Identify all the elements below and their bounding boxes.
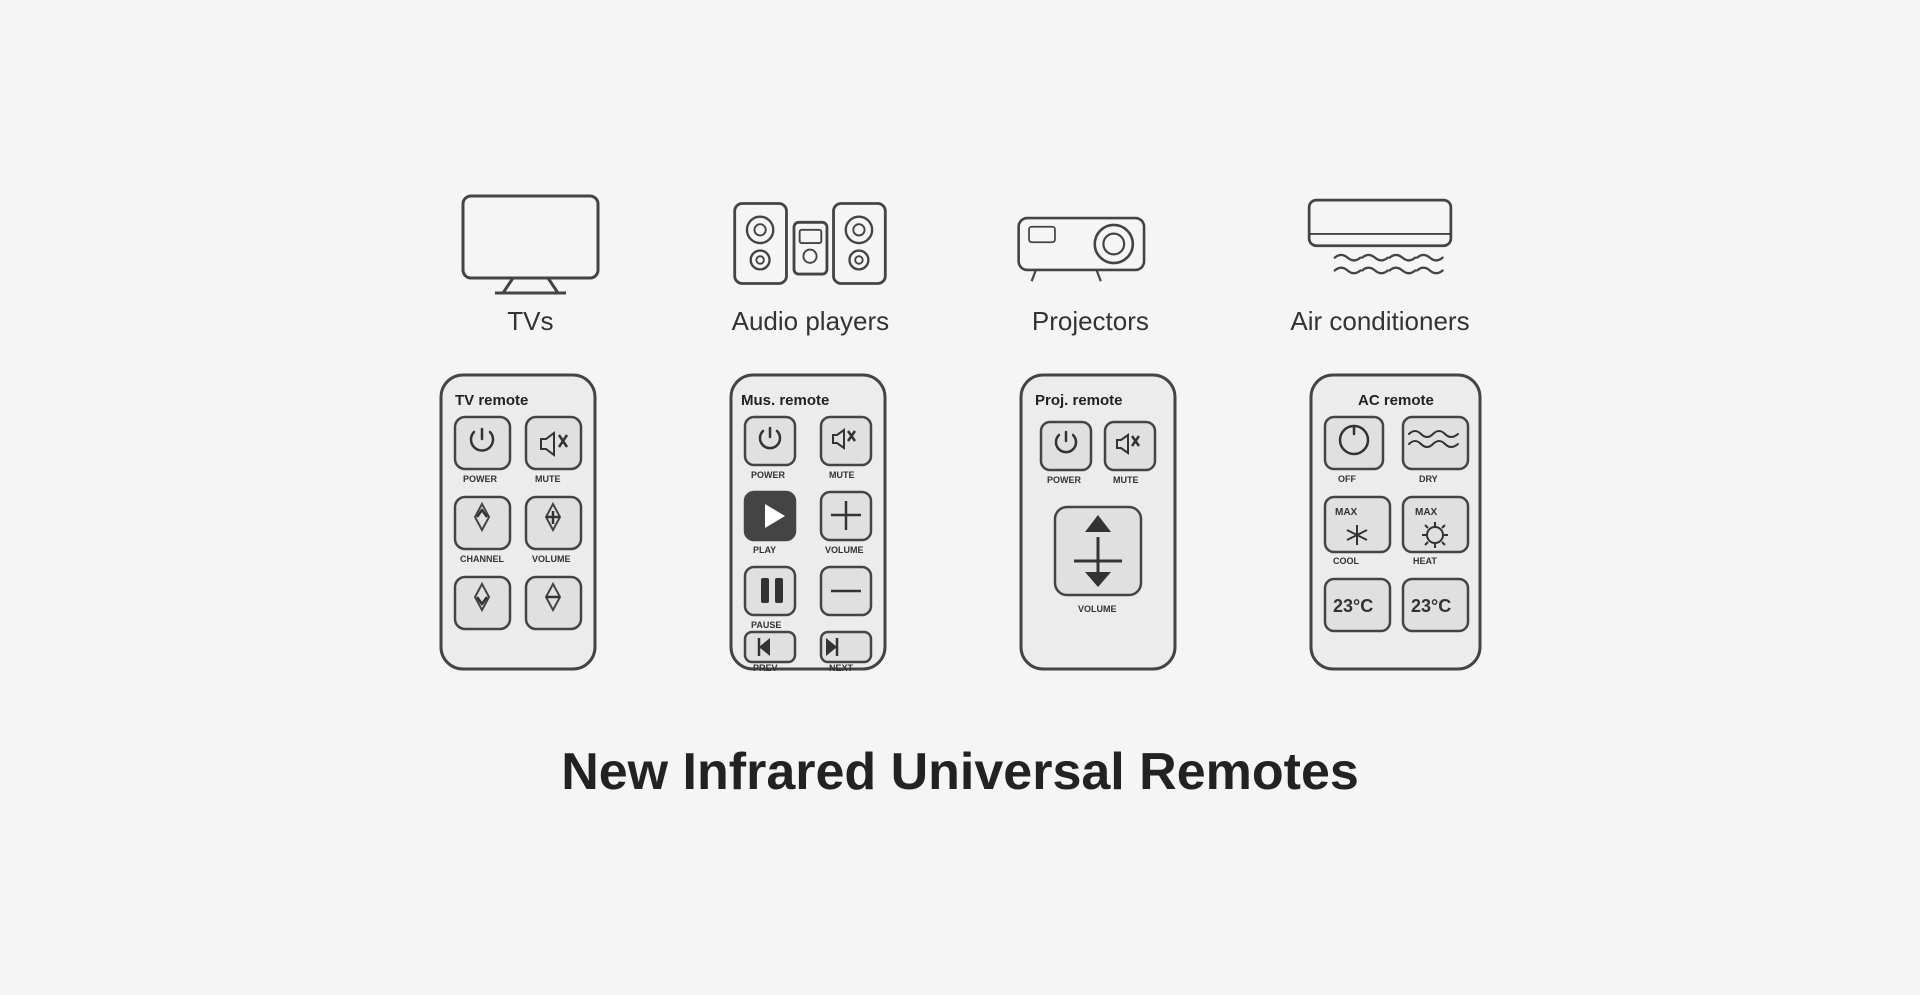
device-col-audio: Audio players (730, 194, 890, 337)
projector-remote: Proj. remote POWER MUTE (1013, 367, 1183, 682)
svg-text:AC remote: AC remote (1358, 392, 1434, 409)
main-container: TVs (433, 194, 1488, 802)
audio-icon (730, 194, 890, 294)
audio-label: Audio players (732, 306, 890, 337)
projector-icon (1010, 194, 1170, 294)
device-col-ac: Air conditioners (1290, 194, 1469, 337)
svg-text:NEXT: NEXT (829, 663, 854, 673)
svg-text:POWER: POWER (463, 474, 498, 484)
projector-label: Projectors (1032, 306, 1149, 337)
remotes-row: TV remote POWER MUTE CHANNEL (433, 367, 1488, 682)
device-col-projector: Projectors (1010, 194, 1170, 337)
svg-text:TV remote: TV remote (455, 392, 528, 409)
device-col-tv: TVs (450, 194, 610, 337)
svg-text:23°C: 23°C (1333, 596, 1373, 616)
svg-text:MAX: MAX (1335, 507, 1358, 518)
svg-text:MAX: MAX (1415, 507, 1438, 518)
ac-icon (1300, 194, 1460, 294)
svg-text:DRY: DRY (1419, 474, 1438, 484)
svg-text:23°C: 23°C (1411, 596, 1451, 616)
svg-text:OFF: OFF (1338, 474, 1356, 484)
music-remote: Mus. remote POWER MUTE PLAY (723, 367, 893, 682)
devices-row: TVs (450, 194, 1469, 337)
svg-text:PREV: PREV (753, 663, 778, 673)
svg-text:MUTE: MUTE (535, 474, 561, 484)
svg-text:MUTE: MUTE (1113, 475, 1139, 485)
svg-text:PLAY: PLAY (753, 545, 776, 555)
main-heading: New Infrared Universal Remotes (561, 742, 1359, 802)
tv-label: TVs (507, 306, 553, 337)
svg-text:Proj. remote: Proj. remote (1035, 392, 1123, 409)
ac-label: Air conditioners (1290, 306, 1469, 337)
svg-text:CHANNEL: CHANNEL (460, 554, 505, 564)
svg-text:MUTE: MUTE (829, 470, 855, 480)
svg-text:POWER: POWER (751, 470, 786, 480)
svg-text:HEAT: HEAT (1413, 556, 1437, 566)
svg-text:VOLUME: VOLUME (1078, 604, 1117, 614)
svg-text:POWER: POWER (1047, 475, 1082, 485)
svg-text:Mus. remote: Mus. remote (741, 392, 829, 409)
svg-text:COOL: COOL (1333, 556, 1360, 566)
ac-remote: AC remote OFF DRY MAX CO (1303, 367, 1488, 682)
svg-text:VOLUME: VOLUME (532, 554, 571, 564)
tv-remote: TV remote POWER MUTE CHANNEL (433, 367, 603, 682)
tv-icon (450, 194, 610, 294)
svg-text:VOLUME: VOLUME (825, 545, 864, 555)
svg-text:PAUSE: PAUSE (751, 620, 781, 630)
